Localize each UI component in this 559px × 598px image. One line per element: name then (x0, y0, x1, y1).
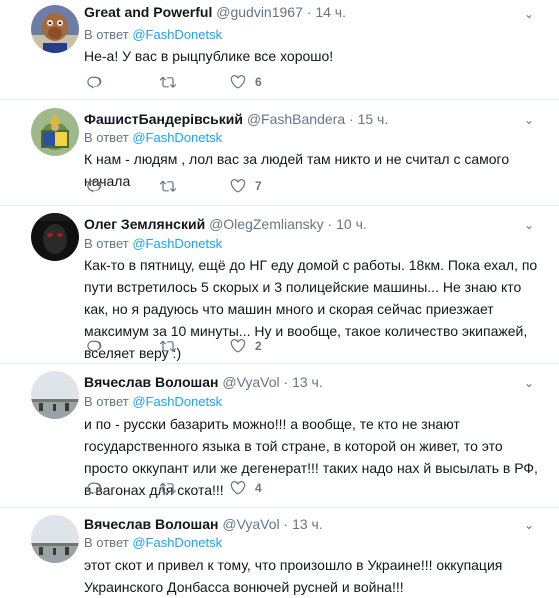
tweet-actions: 2 (84, 338, 384, 358)
timestamp[interactable]: 13 ч. (292, 374, 323, 390)
avatar[interactable] (31, 371, 79, 419)
author-name[interactable]: ФашистБандерівський (84, 111, 243, 127)
reply-context: В ответ @FashDonetsk (84, 394, 222, 409)
like-button[interactable]: 4 (230, 480, 262, 496)
reply-button[interactable] (86, 480, 111, 496)
tweet-text: Не-а! У вас в рыцпублике все хорошо! (84, 48, 334, 64)
tweet-header: Олег Землянский @OlegZemliansky · 10 ч. (84, 216, 367, 232)
retweet-icon (160, 76, 176, 88)
like-count: 6 (255, 75, 262, 89)
retweet-button[interactable] (160, 338, 185, 354)
reply-button[interactable] (86, 74, 111, 90)
author-handle[interactable]: @OlegZemliansky (209, 216, 324, 232)
separator-dot: · (306, 4, 312, 20)
like-button[interactable]: 2 (230, 338, 262, 354)
reply-context: В ответ @FashDonetsk (84, 27, 222, 42)
timestamp[interactable]: 14 ч. (315, 4, 346, 20)
reply-to-link[interactable]: @FashDonetsk (132, 394, 222, 409)
separator-dot: · (283, 374, 289, 390)
reply-icon (87, 482, 102, 495)
avatar[interactable] (31, 108, 79, 156)
tweet[interactable]: Вячеслав Волошан @VyaVol · 13 ч. ⌄ В отв… (0, 508, 559, 597)
like-button[interactable]: 6 (230, 74, 262, 90)
timestamp[interactable]: 15 ч. (358, 111, 389, 127)
tweet-header: Great and Powerful @gudvin1967 · 14 ч. (84, 4, 346, 20)
tweet[interactable]: Great and Powerful @gudvin1967 · 14 ч. ⌄… (0, 0, 559, 100)
avatar[interactable] (31, 5, 79, 53)
like-button[interactable]: 7 (230, 178, 262, 194)
like-count: 4 (255, 481, 262, 495)
like-icon (230, 179, 246, 193)
tweet[interactable]: ФашистБандерівський @FashBandera · 15 ч.… (0, 100, 559, 206)
timestamp[interactable]: 10 ч. (336, 216, 367, 232)
avatar[interactable] (31, 213, 79, 261)
tweet-actions: 4 (84, 480, 384, 500)
tweet-actions: 7 (84, 178, 384, 198)
reply-to-link[interactable]: @FashDonetsk (132, 27, 222, 42)
author-name[interactable]: Great and Powerful (84, 4, 212, 20)
author-handle[interactable]: @VyaVol (222, 374, 279, 390)
reply-context: В ответ @FashDonetsk (84, 535, 222, 550)
chevron-down-icon[interactable]: ⌄ (524, 7, 534, 21)
reply-prefix: В ответ (84, 394, 129, 409)
author-handle[interactable]: @VyaVol (222, 516, 279, 532)
reply-context: В ответ @FashDonetsk (84, 236, 222, 251)
reply-context: В ответ @FashDonetsk (84, 130, 222, 145)
like-icon (230, 339, 246, 353)
reply-feed: Great and Powerful @gudvin1967 · 14 ч. ⌄… (0, 0, 559, 597)
author-handle[interactable]: @FashBandera (247, 111, 345, 127)
reply-to-link[interactable]: @FashDonetsk (132, 535, 222, 550)
reply-icon (87, 180, 102, 193)
tweet-actions: 6 (84, 74, 384, 94)
like-icon (230, 481, 246, 495)
reply-prefix: В ответ (84, 236, 129, 251)
avatar[interactable] (31, 515, 79, 563)
chevron-down-icon[interactable]: ⌄ (524, 518, 534, 532)
chevron-down-icon[interactable]: ⌄ (524, 218, 534, 232)
tweet[interactable]: Олег Землянский @OlegZemliansky · 10 ч. … (0, 206, 559, 364)
tweet[interactable]: Вячеслав Волошан @VyaVol · 13 ч. ⌄ В отв… (0, 364, 559, 508)
reply-to-link[interactable]: @FashDonetsk (132, 130, 222, 145)
separator-dot: · (283, 516, 289, 532)
retweet-button[interactable] (160, 74, 185, 90)
retweet-icon (160, 482, 176, 494)
tweet-header: Вячеслав Волошан @VyaVol · 13 ч. (84, 374, 323, 390)
retweet-button[interactable] (160, 178, 185, 194)
retweet-button[interactable] (160, 480, 185, 496)
reply-prefix: В ответ (84, 27, 129, 42)
timestamp[interactable]: 13 ч. (292, 516, 323, 532)
author-name[interactable]: Олег Землянский (84, 216, 205, 232)
reply-prefix: В ответ (84, 130, 129, 145)
author-handle[interactable]: @gudvin1967 (216, 4, 303, 20)
chevron-down-icon[interactable]: ⌄ (524, 113, 534, 127)
like-icon (230, 75, 246, 89)
tweet-header: Вячеслав Волошан @VyaVol · 13 ч. (84, 516, 323, 532)
author-name[interactable]: Вячеслав Волошан (84, 516, 218, 532)
tweet-header: ФашистБандерівський @FashBandera · 15 ч. (84, 111, 388, 127)
reply-button[interactable] (86, 338, 111, 354)
separator-dot: · (327, 216, 333, 232)
reply-icon (87, 76, 102, 89)
retweet-icon (160, 180, 176, 192)
chevron-down-icon[interactable]: ⌄ (524, 376, 534, 390)
like-count: 2 (255, 339, 262, 353)
reply-prefix: В ответ (84, 535, 129, 550)
reply-to-link[interactable]: @FashDonetsk (132, 236, 222, 251)
tweet-text: этот скот и привел к тому, что произошло… (84, 557, 503, 595)
author-name[interactable]: Вячеслав Волошан (84, 374, 218, 390)
like-count: 7 (255, 179, 262, 193)
separator-dot: · (349, 111, 354, 127)
retweet-icon (160, 340, 176, 352)
reply-icon (87, 340, 102, 353)
reply-button[interactable] (86, 178, 111, 194)
